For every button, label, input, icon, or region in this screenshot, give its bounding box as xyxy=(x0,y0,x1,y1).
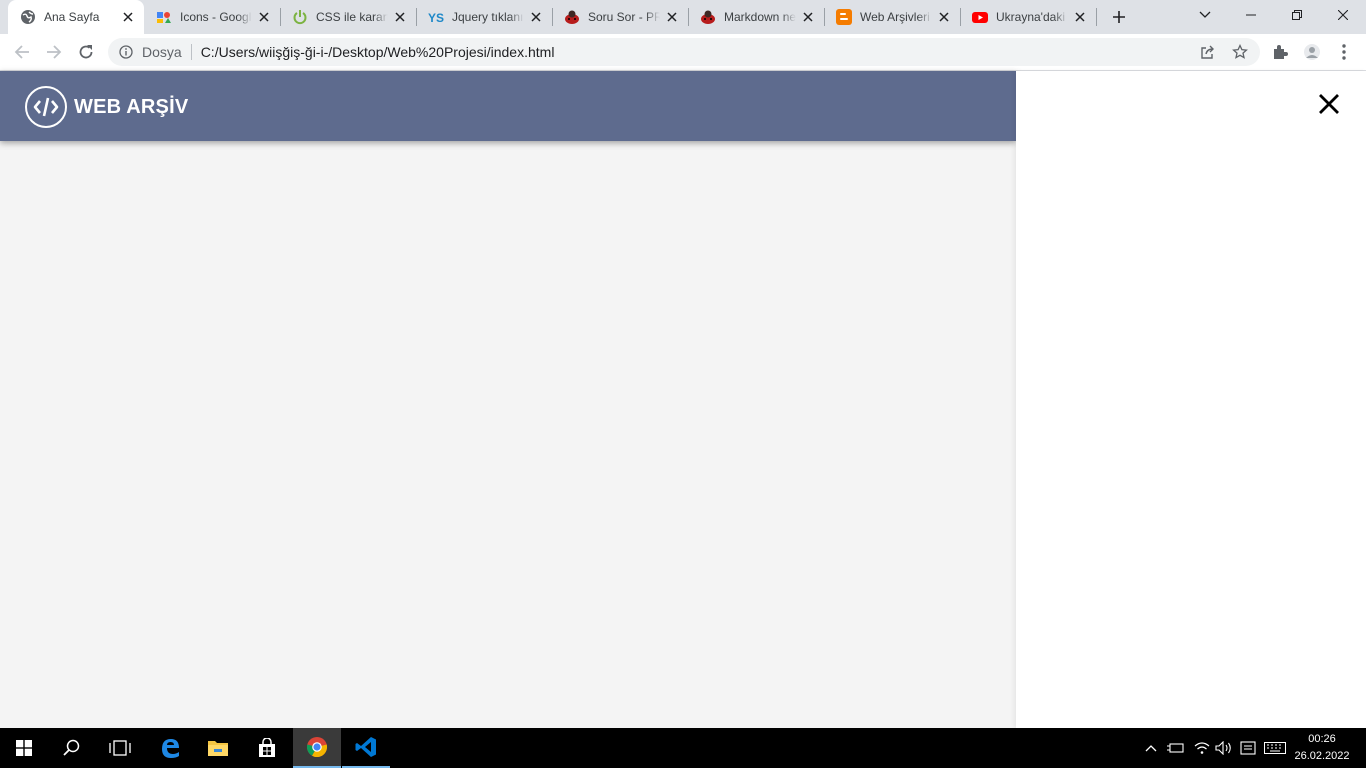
forward-button[interactable] xyxy=(40,38,68,66)
close-icon xyxy=(1338,10,1348,20)
close-tab-icon[interactable] xyxy=(800,9,816,25)
tab-title: Markdown nedir xyxy=(724,10,796,24)
taskbar-clock[interactable]: 00:26 26.02.2022 xyxy=(1290,731,1354,765)
tab-css-ile-karartma[interactable]: CSS ile karartma xyxy=(280,0,416,34)
tab-title: Ana Sayfa xyxy=(44,10,100,24)
url-text[interactable]: C:/Users/wiişğiş-ği-i-/Desktop/Web%20Pro… xyxy=(201,44,555,60)
minimize-button[interactable] xyxy=(1228,0,1274,30)
tab-ana-sayfa[interactable]: Ana Sayfa xyxy=(8,0,144,34)
tab-separator xyxy=(1096,8,1097,26)
close-tab-icon[interactable] xyxy=(528,9,544,25)
extensions-icon[interactable] xyxy=(1270,42,1290,62)
file-explorer-button[interactable] xyxy=(194,728,242,768)
tab-icons-google-fonts[interactable]: Icons - Google Fonts xyxy=(144,0,280,34)
yardimsever-icon: YS xyxy=(428,9,444,25)
tab-title: Web Arşivleri xyxy=(860,10,930,24)
store-icon xyxy=(259,738,275,757)
tab-ukrayna[interactable]: Ukrayna'daki xyxy=(960,0,1096,34)
tab-title: Jquery tıklanınca xyxy=(452,10,524,24)
reload-button[interactable] xyxy=(72,38,100,66)
code-icon xyxy=(25,86,67,128)
task-view-button[interactable] xyxy=(96,728,144,768)
arrow-left-icon xyxy=(14,45,29,59)
address-divider xyxy=(190,44,192,60)
clock-time: 00:26 xyxy=(1308,733,1336,745)
store-button[interactable] xyxy=(243,728,291,768)
tab-title: CSS ile karartma xyxy=(316,10,388,24)
close-tab-icon[interactable] xyxy=(256,9,272,25)
globe-icon xyxy=(20,9,36,25)
new-tab-button[interactable] xyxy=(1108,7,1130,27)
show-hidden-icons-chevron-up-icon[interactable] xyxy=(1141,738,1161,758)
search-button[interactable] xyxy=(48,728,96,768)
tab-soru-sor[interactable]: Soru Sor - PRO xyxy=(552,0,688,34)
edge-icon xyxy=(162,739,179,758)
tab-jquery-tiklaninca[interactable]: YS Jquery tıklanınca xyxy=(416,0,552,34)
tab-search-button[interactable] xyxy=(1182,0,1228,30)
close-tab-icon[interactable] xyxy=(936,9,952,25)
search-icon xyxy=(63,739,80,756)
power-icon xyxy=(292,9,308,25)
battery-plug-icon[interactable] xyxy=(1166,738,1186,758)
ladybug-icon xyxy=(564,9,580,25)
close-tab-icon[interactable] xyxy=(120,9,136,25)
plus-icon xyxy=(1113,11,1125,23)
restore-button[interactable] xyxy=(1274,0,1320,30)
google-fonts-icon xyxy=(156,9,172,25)
chevron-down-icon xyxy=(1199,11,1211,18)
vscode-button[interactable] xyxy=(342,728,390,768)
close-tab-icon[interactable] xyxy=(1072,9,1088,25)
start-button[interactable] xyxy=(0,728,48,768)
minimize-icon xyxy=(1246,14,1256,16)
security-chip[interactable]: Dosya xyxy=(142,44,182,60)
menu-kebab-icon[interactable] xyxy=(1334,42,1354,62)
clock-date: 26.02.2022 xyxy=(1294,750,1350,762)
info-icon[interactable] xyxy=(118,44,134,60)
tab-title: Icons - Google Fonts xyxy=(180,10,252,24)
notification-icon[interactable] xyxy=(1238,738,1258,758)
svg-text:YS: YS xyxy=(428,11,444,25)
site-header: WEB ARŞİV xyxy=(0,71,1016,141)
address-bar[interactable]: Dosya C:/Users/wiişğiş-ği-i-/Desktop/Web… xyxy=(108,38,1260,66)
vscode-icon xyxy=(355,737,376,757)
panel-close-button[interactable] xyxy=(1316,91,1342,117)
tab-markdown-nedir[interactable]: Markdown nedir xyxy=(688,0,824,34)
close-icon xyxy=(1319,94,1339,114)
close-tab-icon[interactable] xyxy=(392,9,408,25)
chrome-icon xyxy=(306,737,328,758)
chrome-button[interactable] xyxy=(293,728,341,768)
bookmark-star-icon[interactable] xyxy=(1232,44,1248,60)
back-button[interactable] xyxy=(8,38,36,66)
task-view-icon xyxy=(109,740,131,756)
tab-title: Soru Sor - PRO xyxy=(588,10,660,24)
close-tab-icon[interactable] xyxy=(664,9,680,25)
wifi-icon[interactable] xyxy=(1192,738,1212,758)
close-window-button[interactable] xyxy=(1320,0,1366,30)
ladybug-icon xyxy=(700,9,716,25)
share-icon[interactable] xyxy=(1200,44,1216,60)
arrow-right-icon xyxy=(47,45,62,59)
windows-taskbar: 00:26 26.02.2022 xyxy=(0,728,1366,768)
tab-web-arsivleri[interactable]: Web Arşivleri xyxy=(824,0,960,34)
browser-toolbar: Dosya C:/Users/wiişğiş-ği-i-/Desktop/Web… xyxy=(0,34,1366,71)
file-explorer-icon xyxy=(208,741,228,756)
tab-strip: Ana Sayfa Icons - Google Fonts CSS ile k… xyxy=(0,0,1366,34)
brand-name: WEB ARŞİV xyxy=(74,95,189,118)
profile-avatar[interactable] xyxy=(1302,42,1322,62)
edge-button[interactable] xyxy=(146,728,194,768)
tab-title: Ukrayna'daki xyxy=(996,10,1065,24)
site-logo[interactable]: WEB ARŞİV xyxy=(25,86,188,128)
blogger-icon xyxy=(836,9,852,25)
reload-icon xyxy=(79,45,93,59)
volume-icon[interactable] xyxy=(1214,738,1234,758)
keyboard-icon[interactable] xyxy=(1263,738,1287,758)
side-panel xyxy=(1016,71,1366,728)
windows-start-icon xyxy=(16,740,32,756)
page-viewport: WEB ARŞİV xyxy=(0,71,1366,728)
youtube-icon xyxy=(972,9,988,25)
restore-icon xyxy=(1292,10,1302,20)
